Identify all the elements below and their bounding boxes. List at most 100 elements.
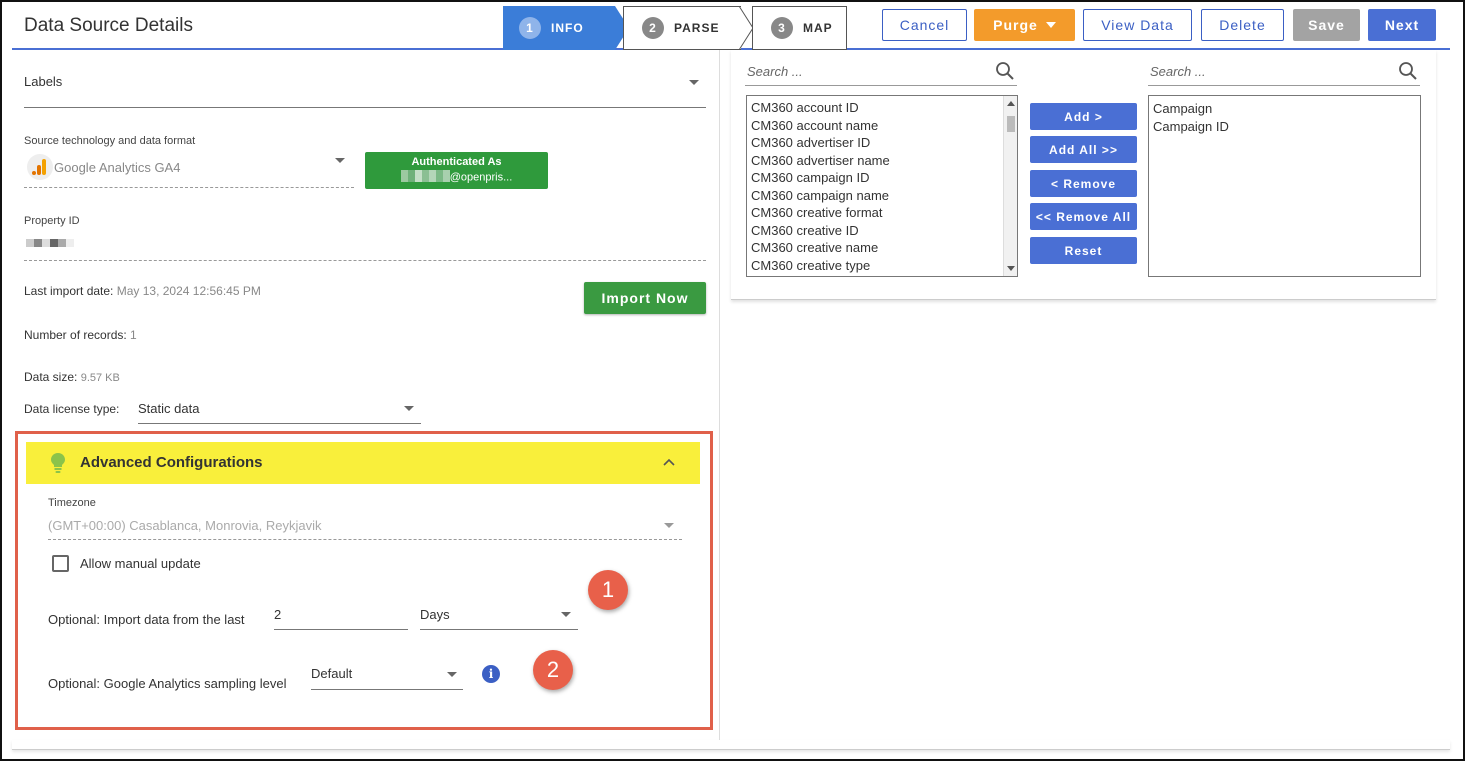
window-frame: Data Source Details 1 INFO 2 PARSE 3 MAP…: [0, 0, 1465, 761]
view-data-button[interactable]: View Data: [1083, 9, 1192, 41]
available-fields-list[interactable]: CM360 account ID CM360 account name CM36…: [746, 95, 1018, 277]
cancel-button[interactable]: Cancel: [882, 9, 967, 41]
chevron-down-icon: [447, 672, 457, 677]
step-number: 1: [519, 17, 541, 39]
selected-search-input[interactable]: Search ...: [1148, 60, 1420, 86]
scrollbar-thumb[interactable]: [1007, 116, 1015, 132]
step-map[interactable]: 3 MAP: [752, 6, 847, 50]
available-search-input[interactable]: Search ...: [745, 60, 1017, 86]
list-item[interactable]: CM360 campaign name: [747, 187, 1017, 205]
source-tech-value: Google Analytics GA4: [54, 160, 181, 175]
license-select[interactable]: Static data: [138, 394, 421, 424]
allow-manual-update-checkbox[interactable]: [52, 555, 69, 572]
step-number: 2: [642, 17, 664, 39]
source-tech-select[interactable]: Google Analytics GA4: [24, 150, 354, 188]
search-placeholder: Search ...: [1150, 64, 1206, 79]
chevron-down-icon: [561, 612, 571, 617]
list-item[interactable]: CM360 account ID: [747, 99, 1017, 117]
redacted-blur: [26, 234, 74, 252]
list-item[interactable]: Campaign ID: [1149, 118, 1420, 136]
data-size-label: Data size:: [24, 370, 78, 384]
step-label: MAP: [803, 21, 833, 35]
list-item[interactable]: Campaign: [1149, 100, 1420, 118]
selected-fields-list[interactable]: Campaign Campaign ID: [1148, 95, 1421, 277]
labels-field-label: Labels: [24, 74, 63, 89]
caret-down-icon: [1045, 22, 1056, 28]
scrollbar[interactable]: [1003, 96, 1017, 276]
source-tech-label: Source technology and data format: [24, 135, 196, 147]
annotation-badge-2: 2: [533, 650, 573, 690]
details-panel: Labels Source technology and data format…: [12, 50, 719, 740]
data-size-row: Data size: 9.57 KB: [24, 370, 120, 384]
add-all-button[interactable]: Add All >>: [1030, 136, 1137, 163]
annotation-badge-1: 1: [588, 570, 628, 610]
property-id-label: Property ID: [24, 215, 80, 227]
advanced-config-highlight: Advanced Configurations Timezone (GMT+00…: [15, 431, 713, 730]
import-last-unit: Days: [420, 607, 450, 622]
save-button[interactable]: Save: [1293, 9, 1360, 41]
purge-button[interactable]: Purge: [974, 9, 1075, 41]
google-analytics-icon: [27, 154, 53, 180]
step-label: PARSE: [674, 21, 720, 35]
last-import-label: Last import date:: [24, 284, 114, 298]
header-bar: Data Source Details 1 INFO 2 PARSE 3 MAP…: [12, 4, 1450, 50]
labels-select[interactable]: Labels: [24, 68, 706, 108]
auth-title: Authenticated As: [411, 156, 502, 168]
list-item[interactable]: CM360 account name: [747, 117, 1017, 135]
search-icon[interactable]: [1398, 61, 1418, 81]
next-button[interactable]: Next: [1368, 9, 1436, 41]
purge-label: Purge: [993, 17, 1038, 33]
import-now-button[interactable]: Import Now: [584, 282, 706, 314]
import-last-value: 2: [274, 607, 282, 622]
timezone-select[interactable]: (GMT+00:00) Casablanca, Monrovia, Reykja…: [48, 510, 682, 540]
redacted-blur: [400, 170, 450, 185]
chevron-down-icon: [689, 80, 699, 85]
auth-email: @openpris...: [365, 170, 548, 185]
list-item[interactable]: CM360 campaign ID: [747, 169, 1017, 187]
advanced-config-title: Advanced Configurations: [80, 454, 263, 471]
scroll-up-icon[interactable]: [1007, 101, 1015, 106]
list-item[interactable]: CM360 advertiser name: [747, 152, 1017, 170]
import-last-input[interactable]: 2: [274, 600, 408, 630]
chevron-up-icon[interactable]: [663, 458, 675, 466]
divider: [24, 260, 706, 261]
search-icon[interactable]: [995, 61, 1015, 81]
timezone-value: (GMT+00:00) Casablanca, Monrovia, Reykja…: [48, 518, 322, 533]
sampling-label: Optional: Google Analytics sampling leve…: [48, 676, 287, 691]
list-item[interactable]: CM360 creative ID: [747, 222, 1017, 240]
import-last-label: Optional: Import data from the last: [48, 612, 245, 627]
authenticated-button[interactable]: Authenticated As @openpris...: [365, 152, 548, 189]
remove-all-button[interactable]: << Remove All: [1030, 203, 1137, 230]
chevron-down-icon: [404, 406, 414, 411]
step-parse[interactable]: 2 PARSE: [623, 6, 741, 50]
list-item[interactable]: CM360 advertiser ID: [747, 134, 1017, 152]
info-icon[interactable]: i: [482, 665, 500, 683]
license-value: Static data: [138, 401, 200, 416]
data-size-value: 9.57 KB: [80, 372, 120, 384]
scroll-down-icon[interactable]: [1007, 266, 1015, 271]
records-row: Number of records: 1: [24, 328, 137, 342]
list-item[interactable]: CM360 creative name: [747, 239, 1017, 257]
delete-button[interactable]: Delete: [1201, 9, 1284, 41]
list-item[interactable]: CM360 creative type: [747, 257, 1017, 275]
allow-manual-update-label: Allow manual update: [80, 556, 201, 571]
bottom-border: [12, 740, 1450, 750]
advanced-config-header[interactable]: Advanced Configurations: [26, 442, 700, 484]
step-number: 3: [771, 17, 793, 39]
step-info[interactable]: 1 INFO: [503, 6, 629, 50]
step-label: INFO: [551, 21, 584, 35]
remove-button[interactable]: < Remove: [1030, 170, 1137, 197]
reset-button[interactable]: Reset: [1030, 237, 1137, 264]
last-import-row: Last import date: May 13, 2024 12:56:45 …: [24, 284, 261, 298]
list-item[interactable]: CM360 creative format: [747, 204, 1017, 222]
sampling-value: Default: [311, 666, 353, 681]
timezone-label: Timezone: [48, 497, 96, 509]
sampling-select[interactable]: Default: [311, 658, 463, 690]
property-id-value: [26, 234, 74, 252]
add-button[interactable]: Add >: [1030, 103, 1137, 130]
records-label: Number of records:: [24, 328, 127, 342]
field-picker-panel: Search ... CM360 account ID CM360 accoun…: [731, 50, 1436, 300]
chevron-down-icon: [664, 523, 674, 528]
records-value: 1: [130, 328, 137, 342]
import-last-unit-select[interactable]: Days: [420, 600, 578, 630]
